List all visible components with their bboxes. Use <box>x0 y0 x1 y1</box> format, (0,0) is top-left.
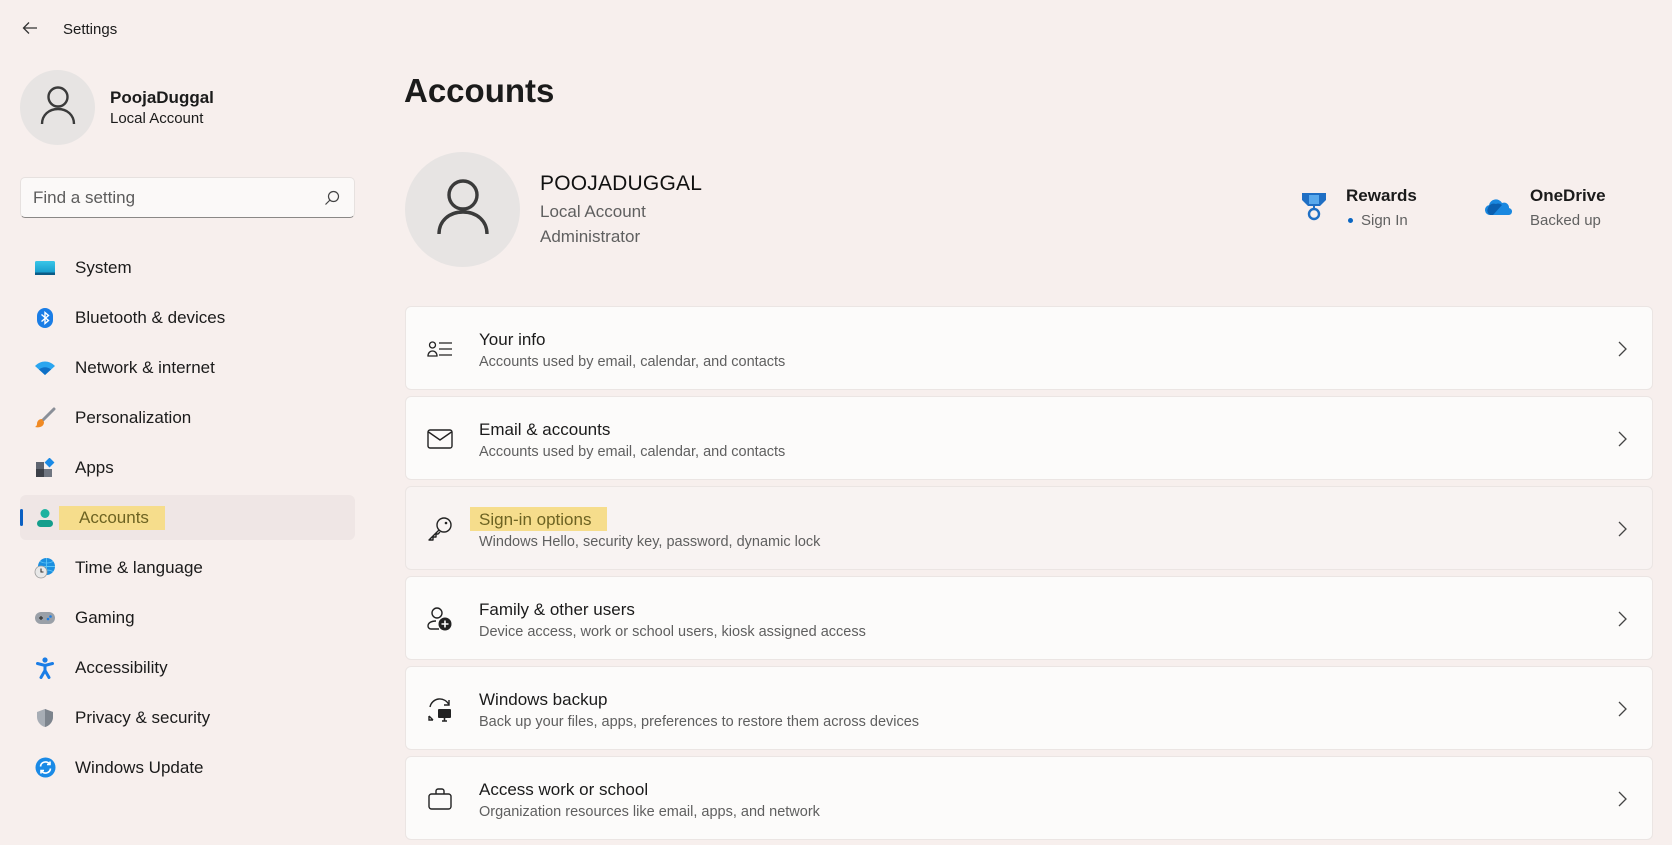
person-add-icon <box>426 605 454 633</box>
card-access-work-school[interactable]: Access work or school Organization resou… <box>405 756 1653 840</box>
arrow-left-icon <box>22 21 38 40</box>
sidebar-account-type: Local Account <box>110 110 204 127</box>
sidebar-item-label: Personalization <box>75 407 192 427</box>
card-description: Accounts used by email, calendar, and co… <box>479 354 786 370</box>
accessibility-icon <box>34 656 56 679</box>
gamepad-icon <box>34 607 56 629</box>
sidebar-item-label: Accounts <box>59 505 165 530</box>
sidebar-nav: System Bluetooth & devices Network & int… <box>20 245 355 795</box>
card-description: Back up your files, apps, preferences to… <box>479 714 920 730</box>
onedrive-service[interactable]: OneDrive Backed up <box>1484 186 1606 229</box>
search-input[interactable] <box>33 187 322 208</box>
back-button[interactable] <box>14 16 46 44</box>
sidebar-item-personalization[interactable]: Personalization <box>20 395 355 440</box>
sidebar-item-label: Apps <box>75 457 114 477</box>
user-role: Administrator <box>540 227 641 246</box>
card-title: Windows backup <box>479 690 608 709</box>
sidebar-item-label: System <box>75 257 132 277</box>
person-list-icon <box>426 335 454 363</box>
card-description: Organization resources like email, apps,… <box>479 804 820 820</box>
user-avatar[interactable] <box>405 152 520 267</box>
rewards-title: Rewards <box>1346 186 1417 205</box>
onedrive-title: OneDrive <box>1530 186 1606 205</box>
card-description: Windows Hello, security key, password, d… <box>479 534 821 550</box>
card-title: Family & other users <box>479 600 635 619</box>
user-account-type: Local Account <box>540 202 646 221</box>
system-display-icon <box>34 257 56 279</box>
shield-icon <box>34 707 56 729</box>
backup-sync-icon <box>426 695 454 723</box>
card-description: Device access, work or school users, kio… <box>479 624 866 640</box>
card-your-info[interactable]: Your info Accounts used by email, calend… <box>405 306 1653 390</box>
accounts-settings-list: Your info Accounts used by email, calend… <box>405 306 1653 845</box>
sidebar-item-privacy-security[interactable]: Privacy & security <box>20 695 355 740</box>
chevron-right-icon <box>1614 609 1630 629</box>
card-windows-backup[interactable]: Windows backup Back up your files, apps,… <box>405 666 1653 750</box>
card-email-accounts[interactable]: Email & accounts Accounts used by email,… <box>405 396 1653 480</box>
card-title: Email & accounts <box>479 420 611 439</box>
chevron-right-icon <box>1614 339 1630 359</box>
user-display-name: POOJADUGGAL <box>540 172 703 195</box>
rewards-service[interactable]: Rewards Sign In <box>1300 186 1417 229</box>
onedrive-status: Backed up <box>1530 212 1601 229</box>
key-icon <box>426 515 454 543</box>
active-indicator <box>20 509 23 526</box>
sidebar-item-windows-update[interactable]: Windows Update <box>20 745 355 790</box>
person-icon <box>436 178 490 241</box>
card-title: Access work or school <box>479 780 649 799</box>
search-box[interactable] <box>20 177 355 218</box>
sidebar-item-label: Accessibility <box>75 657 168 677</box>
chevron-right-icon <box>1614 699 1630 719</box>
paintbrush-icon <box>34 407 56 429</box>
sidebar-item-accounts[interactable]: Accounts <box>20 495 355 540</box>
update-sync-icon <box>34 757 56 779</box>
card-sign-in-options[interactable]: Sign-in options Windows Hello, security … <box>405 486 1653 570</box>
chevron-right-icon <box>1614 789 1630 809</box>
sidebar-item-system[interactable]: System <box>20 245 355 290</box>
card-title: Your info <box>479 330 546 349</box>
person-icon <box>39 85 77 130</box>
accounts-person-icon <box>34 507 56 529</box>
apps-icon <box>34 457 56 479</box>
sidebar-profile-name: PoojaDuggal <box>110 88 214 107</box>
sidebar-item-gaming[interactable]: Gaming <box>20 595 355 640</box>
card-description: Accounts used by email, calendar, and co… <box>479 444 786 460</box>
chevron-right-icon <box>1614 429 1630 449</box>
sidebar-item-apps[interactable]: Apps <box>20 445 355 490</box>
globe-clock-icon <box>34 557 56 579</box>
app-title: Settings <box>63 21 118 38</box>
card-family-other-users[interactable]: Family & other users Device access, work… <box>405 576 1653 660</box>
sidebar-item-label: Network & internet <box>75 357 215 377</box>
sidebar-item-accessibility[interactable]: Accessibility <box>20 645 355 690</box>
onedrive-cloud-icon <box>1484 190 1512 224</box>
sidebar-item-label: Time & language <box>75 557 203 577</box>
mail-icon <box>426 425 454 453</box>
sidebar-item-label: Bluetooth & devices <box>75 307 226 327</box>
search-icon[interactable] <box>322 188 342 208</box>
sidebar-item-network-internet[interactable]: Network & internet <box>20 345 355 390</box>
status-dot <box>1348 218 1353 223</box>
sidebar-item-label: Privacy & security <box>75 707 211 727</box>
briefcase-icon <box>426 785 454 813</box>
page-title: Accounts <box>404 72 555 109</box>
rewards-sign-in-link[interactable]: Sign In <box>1361 212 1408 229</box>
rewards-medal-icon <box>1300 190 1328 224</box>
sidebar-item-bluetooth-devices[interactable]: Bluetooth & devices <box>20 295 355 340</box>
sidebar-avatar[interactable] <box>20 70 95 145</box>
bluetooth-icon <box>34 307 56 329</box>
sidebar-item-label: Gaming <box>75 607 135 627</box>
card-title: Sign-in options <box>470 507 608 531</box>
wifi-icon <box>34 357 56 379</box>
sidebar-item-time-language[interactable]: Time & language <box>20 545 355 590</box>
sidebar-item-label: Windows Update <box>75 757 204 777</box>
chevron-right-icon <box>1614 519 1630 539</box>
